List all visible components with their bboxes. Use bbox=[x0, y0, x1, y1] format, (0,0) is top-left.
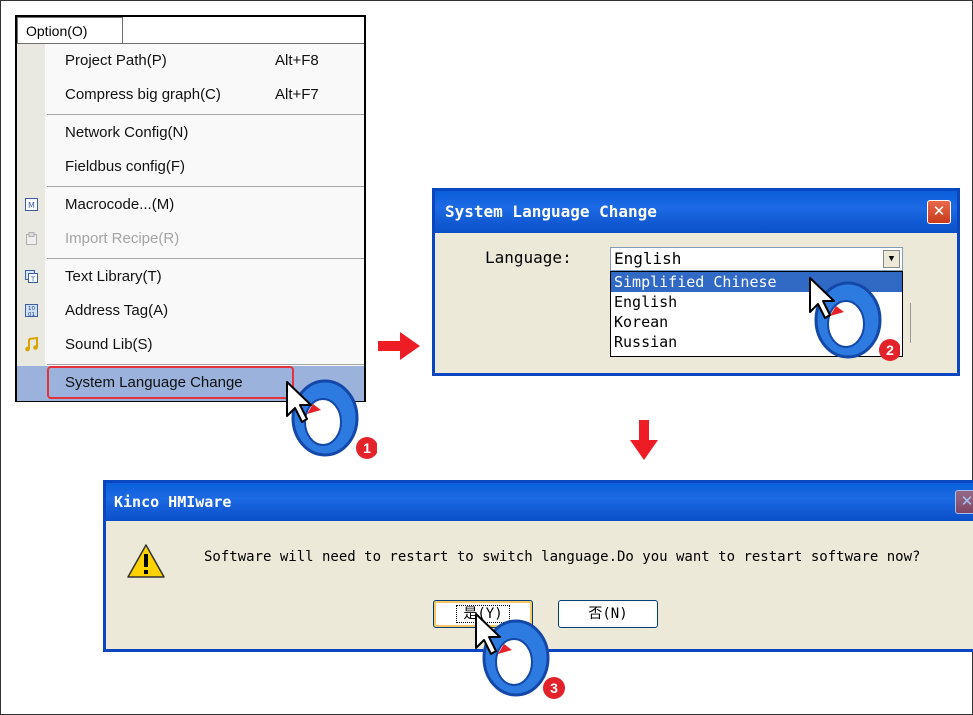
close-icon[interactable]: ✕ bbox=[927, 200, 951, 224]
menu-item-fieldbus-config[interactable]: Fieldbus config(F) bbox=[17, 150, 364, 184]
address-tag-icon: 10 01 bbox=[24, 303, 39, 318]
menu-item-label: Compress big graph(C) bbox=[65, 86, 221, 103]
step-3-badge: 3 bbox=[550, 680, 558, 696]
step-1-cursor: 1 bbox=[286, 379, 377, 459]
no-button[interactable]: 否(N) bbox=[558, 600, 658, 628]
menu-item-label: Network Config(N) bbox=[65, 124, 189, 141]
step-2-cursor: 2 bbox=[809, 277, 900, 361]
menu-item-text-library[interactable]: T Text Library(T) bbox=[17, 260, 364, 294]
menu-item-label: Text Library(T) bbox=[65, 268, 162, 285]
step-1-badge: 1 bbox=[363, 440, 371, 456]
hidden-button-edge bbox=[910, 303, 914, 343]
arrow-right-icon bbox=[378, 332, 420, 360]
menu-separator bbox=[47, 258, 364, 259]
menu-item-macrocode[interactable]: M Macrocode...(M) bbox=[17, 188, 364, 222]
step-2-badge: 2 bbox=[886, 342, 894, 358]
menu-item-compress-big-graph[interactable]: Compress big graph(C) Alt+F7 bbox=[17, 78, 364, 112]
svg-text:T: T bbox=[30, 276, 36, 284]
svg-text:01: 01 bbox=[28, 312, 35, 318]
warning-icon bbox=[127, 544, 165, 578]
sound-lib-icon bbox=[24, 336, 39, 352]
menu-dropdown: Project Path(P) Alt+F8 Compress big grap… bbox=[17, 43, 364, 401]
menu-item-label: Project Path(P) bbox=[65, 52, 167, 69]
option-menu: Option(O) Project Path(P) Alt+F8 Compres… bbox=[15, 15, 366, 402]
menu-item-address-tag[interactable]: 10 01 Address Tag(A) bbox=[17, 294, 364, 328]
close-icon[interactable]: ✕ bbox=[955, 490, 973, 514]
menu-separator bbox=[47, 364, 364, 365]
menu-item-label: Macrocode...(M) bbox=[65, 196, 175, 213]
menu-item-label: Address Tag(A) bbox=[65, 302, 169, 319]
arrow-down-icon bbox=[630, 420, 658, 460]
menu-item-import-recipe: Import Recipe(R) bbox=[17, 222, 364, 256]
dialog-title: Kinco HMIware bbox=[114, 493, 232, 511]
dialog-message: Software will need to restart to switch … bbox=[204, 549, 921, 565]
chevron-down-icon[interactable]: ▼ bbox=[883, 250, 900, 268]
svg-text:M: M bbox=[28, 201, 35, 210]
menu-separator bbox=[47, 186, 364, 187]
menu-item-label: Fieldbus config(F) bbox=[65, 158, 186, 175]
menu-item-sound-lib[interactable]: Sound Lib(S) bbox=[17, 328, 364, 362]
menu-title-option[interactable]: Option(O) bbox=[17, 17, 123, 44]
language-label: Language: bbox=[485, 248, 572, 267]
menu-item-network-config[interactable]: Network Config(N) bbox=[17, 116, 364, 150]
import-recipe-icon bbox=[24, 231, 39, 246]
step-3-cursor: 3 bbox=[475, 613, 565, 699]
language-select[interactable]: English ▼ bbox=[610, 247, 903, 271]
dialog-title-bar: System Language Change ✕ bbox=[435, 191, 957, 233]
menu-separator bbox=[47, 114, 364, 115]
menu-item-project-path[interactable]: Project Path(P) Alt+F8 bbox=[17, 44, 364, 78]
menu-item-label: Import Recipe(R) bbox=[65, 230, 180, 247]
text-library-icon: T bbox=[24, 269, 39, 284]
dialog-title: System Language Change bbox=[445, 202, 657, 221]
menu-item-label: Sound Lib(S) bbox=[65, 336, 153, 353]
dialog-title-bar: Kinco HMIware ✕ bbox=[106, 483, 973, 521]
macrocode-icon: M bbox=[24, 197, 39, 212]
menu-item-shortcut: Alt+F8 bbox=[275, 52, 319, 69]
menu-item-shortcut: Alt+F7 bbox=[275, 86, 319, 103]
highlight-box bbox=[47, 366, 294, 399]
language-select-value: English bbox=[614, 249, 682, 268]
